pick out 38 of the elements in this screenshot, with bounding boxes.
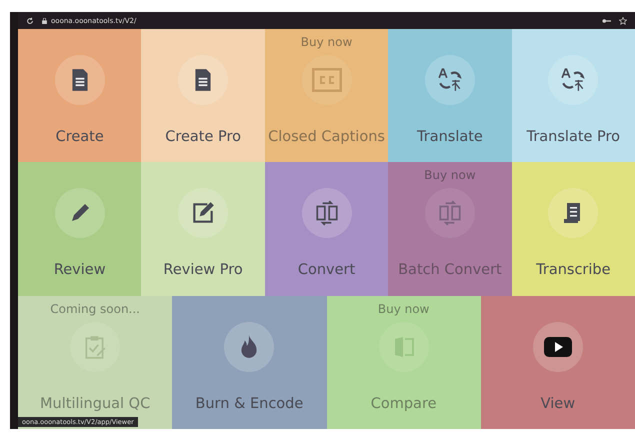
tile-label: Review Pro <box>163 262 243 278</box>
tile-note: Buy now <box>424 168 476 182</box>
tile-label: Closed Captions <box>268 129 385 145</box>
convert-icon <box>436 200 463 226</box>
app-tile[interactable]: View <box>480 296 635 429</box>
key-icon[interactable] <box>602 18 611 24</box>
tile-label: Burn & Encode <box>195 396 304 412</box>
app-tile[interactable]: Translate <box>388 29 512 162</box>
lock-icon <box>42 18 47 24</box>
tile-label: Create Pro <box>165 129 241 145</box>
tile-label: Multilingual QC <box>40 396 150 412</box>
star-icon[interactable] <box>619 16 627 24</box>
app-tile[interactable]: Review <box>18 162 142 296</box>
cc-icon <box>312 68 342 92</box>
tile-label: Batch Convert <box>398 262 502 278</box>
translate-icon <box>436 67 463 93</box>
tile-label: Create <box>56 129 104 145</box>
tile-label: Translate Pro <box>526 129 620 145</box>
tile-label: Transcribe <box>536 262 611 278</box>
tile-label: Translate <box>417 129 483 145</box>
translate-icon <box>560 67 586 93</box>
play-icon <box>542 334 573 359</box>
tile-label: Review <box>54 262 106 278</box>
app-tile[interactable]: Create <box>18 29 142 162</box>
convert-icon <box>314 200 340 226</box>
tile-label: Convert <box>298 262 356 278</box>
tile-label: View <box>540 396 576 412</box>
tile-note: Buy now <box>300 35 352 49</box>
tile-note: Coming soon... <box>50 302 140 316</box>
app-tile[interactable]: Convert <box>264 162 388 296</box>
app-tile[interactable]: Create Pro <box>141 29 265 162</box>
tile-label: Compare <box>370 396 437 412</box>
app-tile[interactable]: Burn & Encode <box>172 296 326 429</box>
app-tile[interactable]: Translate Pro <box>512 29 635 162</box>
tile-note: Buy now <box>378 302 430 316</box>
app-tile[interactable]: Review Pro <box>141 162 265 296</box>
reload-icon[interactable] <box>26 16 34 24</box>
app-tile[interactable]: Transcribe <box>512 162 635 296</box>
